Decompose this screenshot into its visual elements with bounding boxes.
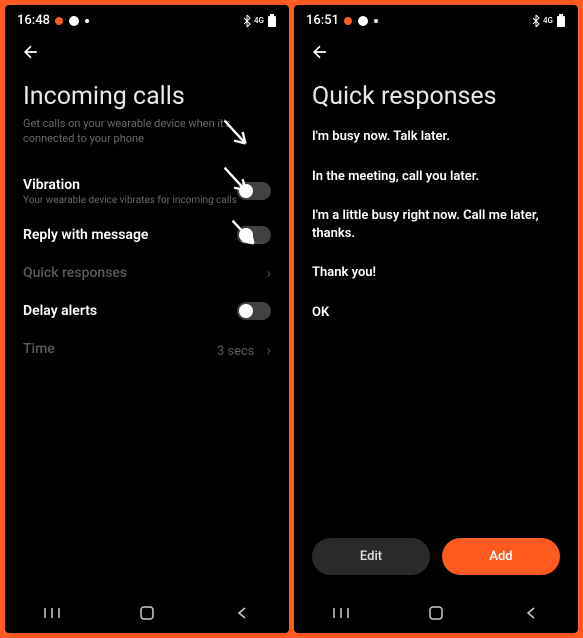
phone-screen-quick-responses: 16:51 4G Quick responses I'm busy now. T… (294, 5, 578, 633)
page-subtitle: Get calls on your wearable device when i… (23, 117, 271, 147)
nav-back[interactable] (212, 606, 272, 620)
delay-label: Delay alerts (23, 303, 97, 319)
status-time: 16:48 (17, 13, 50, 28)
chevron-right-icon: › (266, 264, 271, 282)
setting-reply-with-message[interactable]: Reply with message (23, 216, 271, 254)
reply-toggle[interactable] (237, 226, 271, 244)
reply-label: Reply with message (23, 227, 148, 243)
chevron-right-icon: › (266, 341, 271, 359)
battery-icon (267, 14, 277, 28)
bluetooth-icon (243, 15, 251, 27)
status-bar: 16:51 4G (294, 5, 578, 32)
delay-toggle[interactable] (237, 302, 271, 320)
response-item[interactable]: Thank you! (312, 253, 560, 293)
add-button[interactable]: Add (442, 538, 560, 575)
messenger-icon (68, 15, 80, 27)
status-time: 16:51 (306, 13, 339, 28)
setting-delay-alerts[interactable]: Delay alerts (23, 292, 271, 330)
vibration-label: Vibration (23, 177, 237, 193)
signal-icon: 4G (543, 16, 553, 25)
response-item[interactable]: In the meeting, call you later. (312, 157, 560, 197)
nav-back[interactable] (501, 606, 561, 620)
messenger-icon (357, 15, 369, 27)
response-list: I'm busy now. Talk later. In the meeting… (312, 117, 560, 332)
status-bar: 16:48 4G (5, 5, 289, 32)
phone-screen-incoming-calls: 16:48 4G Incoming calls Get calls on you… (5, 5, 289, 633)
quick-responses-label: Quick responses (23, 265, 127, 281)
navigation-bar (294, 591, 578, 633)
response-item[interactable]: I'm busy now. Talk later. (312, 117, 560, 157)
response-item[interactable]: OK (312, 293, 560, 333)
nav-recents[interactable] (311, 606, 371, 620)
page-title: Quick responses (312, 82, 560, 111)
more-icon (374, 19, 378, 23)
setting-quick-responses[interactable]: Quick responses › (23, 254, 271, 292)
vibration-sublabel: Your wearable device vibrates for incomi… (23, 195, 237, 206)
nav-recents[interactable] (22, 606, 82, 620)
edit-button[interactable]: Edit (312, 538, 430, 575)
bluetooth-icon (532, 15, 540, 27)
record-icon (55, 17, 63, 25)
record-icon (344, 17, 352, 25)
battery-icon (556, 14, 566, 28)
response-item[interactable]: I'm a little busy right now. Call me lat… (312, 196, 560, 253)
setting-time[interactable]: Time 3 secs › (23, 330, 271, 369)
time-value: 3 secs (217, 344, 255, 359)
nav-home[interactable] (117, 605, 177, 621)
page-title: Incoming calls (23, 82, 271, 111)
back-button[interactable] (21, 43, 41, 68)
vibration-toggle[interactable] (237, 182, 271, 200)
nav-home[interactable] (406, 605, 466, 621)
back-button[interactable] (310, 43, 330, 68)
time-label: Time (23, 341, 55, 357)
setting-vibration[interactable]: Vibration Your wearable device vibrates … (23, 167, 271, 216)
navigation-bar (5, 591, 289, 633)
more-icon (85, 19, 89, 23)
signal-icon: 4G (254, 16, 264, 25)
